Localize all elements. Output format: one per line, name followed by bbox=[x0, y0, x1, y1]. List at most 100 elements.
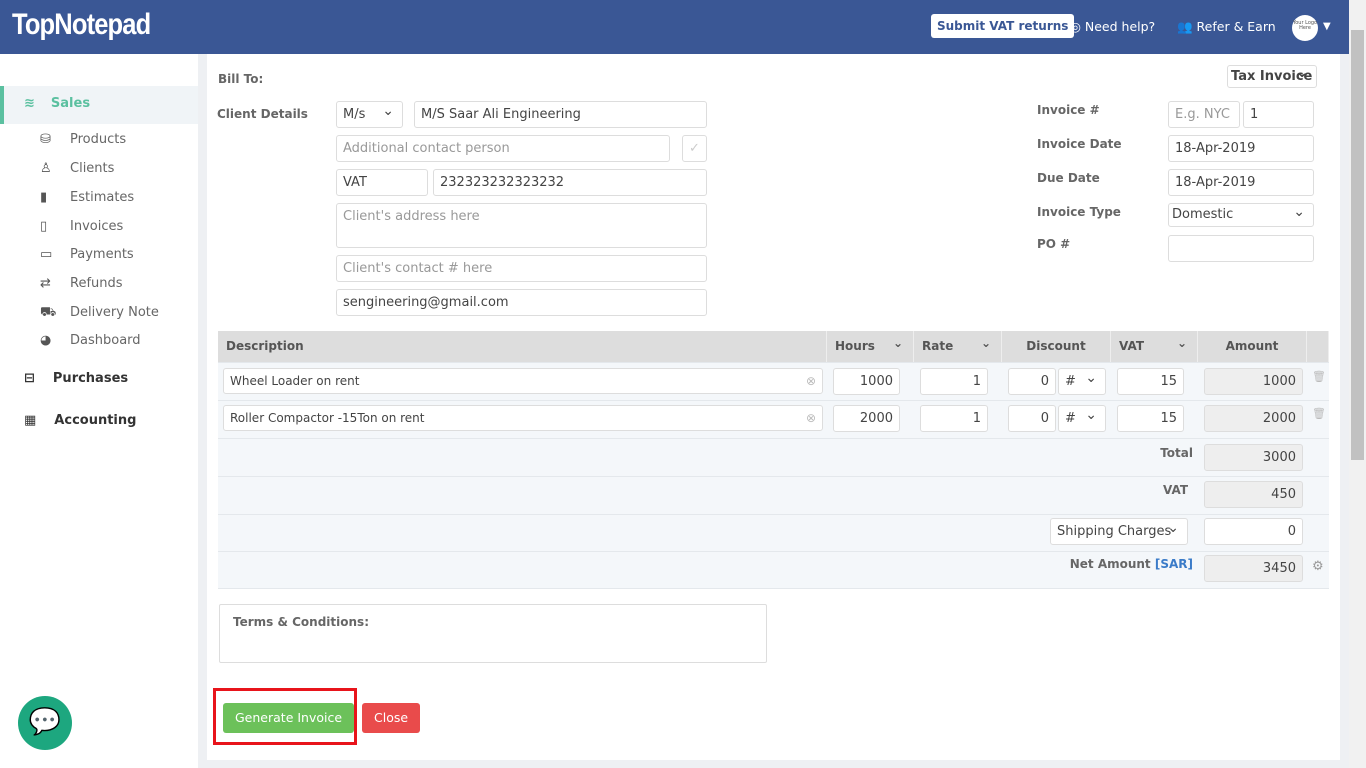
vat-input[interactable]: 15 bbox=[1117, 368, 1184, 395]
sort-icon[interactable]: ⌄ bbox=[893, 328, 903, 359]
sidebar-item-dashboard[interactable]: ◕ Dashboard bbox=[40, 333, 141, 348]
amount-field: 1000 bbox=[1204, 368, 1303, 395]
invoice-number-input[interactable]: 1 bbox=[1243, 101, 1314, 128]
total-label: Total bbox=[1160, 446, 1193, 460]
column-header bbox=[1307, 331, 1329, 362]
column-header[interactable]: Description bbox=[218, 331, 827, 362]
trash-icon[interactable]: 🗑 bbox=[1312, 407, 1326, 420]
terms-box[interactable]: Terms & Conditions: bbox=[219, 604, 767, 663]
tax-label-input[interactable]: VAT bbox=[336, 169, 428, 196]
users-icon: 👥 bbox=[1177, 19, 1197, 34]
document-type-select[interactable]: Tax Invoice bbox=[1227, 65, 1317, 88]
shipping-charges-select[interactable]: Shipping Charges bbox=[1050, 518, 1188, 545]
vat-field: 450 bbox=[1204, 481, 1303, 508]
vat-input[interactable]: 15 bbox=[1117, 405, 1184, 432]
row-divider bbox=[218, 438, 1329, 439]
net-amount-label: Net Amount [SAR] bbox=[1069, 557, 1193, 571]
invoice-prefix-input[interactable]: E.g. NYC bbox=[1168, 101, 1240, 128]
sort-icon[interactable]: ⌄ bbox=[1177, 328, 1187, 359]
email-input[interactable]: sengineering@gmail.com bbox=[336, 289, 707, 316]
address-textarea[interactable]: Client's address here bbox=[336, 203, 707, 248]
sidebar-item-sales-label: ≋ Sales bbox=[24, 96, 91, 111]
title-select[interactable]: M/s bbox=[336, 101, 403, 128]
row-divider bbox=[218, 362, 1329, 363]
top-header: TopNotepad Submit VAT returns ◎ Need hel… bbox=[0, 0, 1349, 54]
sidebar-item-payments[interactable]: ▭ Payments bbox=[40, 247, 134, 262]
invoice-number-label: Invoice # bbox=[1037, 103, 1100, 117]
row-divider bbox=[218, 400, 1329, 401]
total-field: 3000 bbox=[1204, 444, 1303, 471]
user-icon: ♙ bbox=[40, 161, 52, 176]
tax-number-input[interactable]: 232323232323232 bbox=[433, 169, 707, 196]
logo[interactable]: TopNotepad bbox=[12, 8, 151, 42]
lifebuoy-icon: ◎ bbox=[1070, 19, 1085, 34]
row-divider bbox=[218, 588, 1329, 589]
rate-input[interactable]: 1 bbox=[920, 368, 988, 395]
sidebar-item-invoices[interactable]: ▯ Invoices bbox=[40, 219, 123, 234]
client-details-label: Client Details bbox=[217, 107, 308, 121]
exchange-icon: ⇄ bbox=[40, 276, 51, 291]
sidebar-item-purchases[interactable]: ⊟ Purchases bbox=[24, 371, 128, 386]
client-name-input[interactable]: M/S Saar Ali Engineering bbox=[414, 101, 707, 128]
contact-person-input[interactable]: Additional contact person bbox=[336, 135, 670, 162]
column-header[interactable]: Rate ⌄ bbox=[914, 331, 1002, 362]
generate-invoice-button[interactable]: Generate Invoice bbox=[223, 703, 355, 733]
rate-input[interactable]: 1 bbox=[920, 405, 988, 432]
submit-vat-returns-button[interactable]: Submit VAT returns bbox=[931, 14, 1075, 38]
credit-card-icon: ▭ bbox=[40, 247, 53, 262]
dashboard-icon: ◕ bbox=[40, 333, 52, 348]
due-date-label: Due Date bbox=[1037, 171, 1100, 185]
row-divider bbox=[218, 514, 1329, 515]
hours-input[interactable]: 1000 bbox=[833, 368, 900, 395]
shipping-input[interactable]: 0 bbox=[1204, 518, 1303, 545]
column-header[interactable]: VAT ⌄ bbox=[1111, 331, 1198, 362]
refer-earn-link[interactable]: 👥 Refer & Earn bbox=[1177, 19, 1276, 35]
invoice-type-select[interactable]: Domestic bbox=[1168, 203, 1314, 227]
layers-icon: ≋ bbox=[24, 96, 35, 111]
sidebar-item-accounting[interactable]: ▦ Accounting bbox=[24, 413, 136, 428]
gear-icon[interactable]: ⚙ bbox=[1312, 559, 1324, 574]
sidebar-item-delivery-note[interactable]: ⛟ Delivery Note bbox=[40, 305, 159, 322]
cubes-icon: ⛁ bbox=[40, 132, 51, 147]
description-input[interactable]: Roller Compactor -15Ton on rent ⊗ bbox=[223, 405, 823, 431]
discount-type-select[interactable]: # bbox=[1058, 368, 1106, 395]
column-header[interactable]: Discount bbox=[1002, 331, 1111, 362]
amount-field: 2000 bbox=[1204, 405, 1303, 432]
sidebar-item-refunds[interactable]: ⇄ Refunds bbox=[40, 276, 123, 291]
discount-input[interactable]: 0 bbox=[1008, 368, 1056, 395]
column-header[interactable]: Hours ⌄ bbox=[827, 331, 914, 362]
phone-input[interactable]: Client's contact # here bbox=[336, 255, 707, 282]
file-outline-icon: ▯ bbox=[40, 219, 48, 234]
discount-type-select[interactable]: # bbox=[1058, 405, 1106, 432]
column-header[interactable]: Amount bbox=[1198, 331, 1307, 362]
discount-input[interactable]: 0 bbox=[1008, 405, 1056, 432]
row-divider bbox=[218, 476, 1329, 477]
invoice-date-input[interactable]: 18-Apr-2019 bbox=[1168, 135, 1314, 162]
hours-input[interactable]: 2000 bbox=[833, 405, 900, 432]
sidebar-item-estimates[interactable]: ▮ Estimates bbox=[40, 190, 134, 205]
invoice-date-label: Invoice Date bbox=[1037, 137, 1122, 151]
bill-to-label: Bill To: bbox=[218, 72, 264, 86]
invoice-type-label: Invoice Type bbox=[1037, 205, 1121, 219]
trash-icon[interactable]: 🗑 bbox=[1312, 370, 1326, 383]
clear-icon[interactable]: ⊗ bbox=[806, 406, 816, 430]
sort-icon[interactable]: ⌄ bbox=[981, 328, 991, 359]
vat-label: VAT bbox=[1162, 483, 1188, 497]
caret-down-icon[interactable]: ▼ bbox=[1323, 21, 1331, 32]
truck-icon: ⛟ bbox=[40, 305, 57, 320]
minus-square-icon: ⊟ bbox=[24, 371, 35, 386]
chat-widget-icon[interactable]: 💬 bbox=[18, 696, 72, 750]
need-help-link[interactable]: ◎ Need help? bbox=[1070, 19, 1155, 34]
check-button[interactable]: ✓ bbox=[682, 135, 707, 162]
sidebar-item-clients[interactable]: ♙ Clients bbox=[40, 161, 114, 176]
scrollbar-thumb[interactable] bbox=[1351, 30, 1364, 460]
po-input[interactable] bbox=[1168, 235, 1314, 262]
currency-label: [SAR] bbox=[1154, 557, 1193, 571]
file-icon: ▮ bbox=[40, 190, 48, 205]
due-date-input[interactable]: 18-Apr-2019 bbox=[1168, 169, 1314, 196]
close-button[interactable]: Close bbox=[362, 703, 421, 733]
clear-icon[interactable]: ⊗ bbox=[806, 369, 816, 393]
description-input[interactable]: Wheel Loader on rent ⊗ bbox=[223, 368, 823, 394]
sidebar-item-products[interactable]: ⛁ Products bbox=[40, 132, 126, 147]
avatar[interactable]: Your Logo Here bbox=[1292, 15, 1318, 41]
